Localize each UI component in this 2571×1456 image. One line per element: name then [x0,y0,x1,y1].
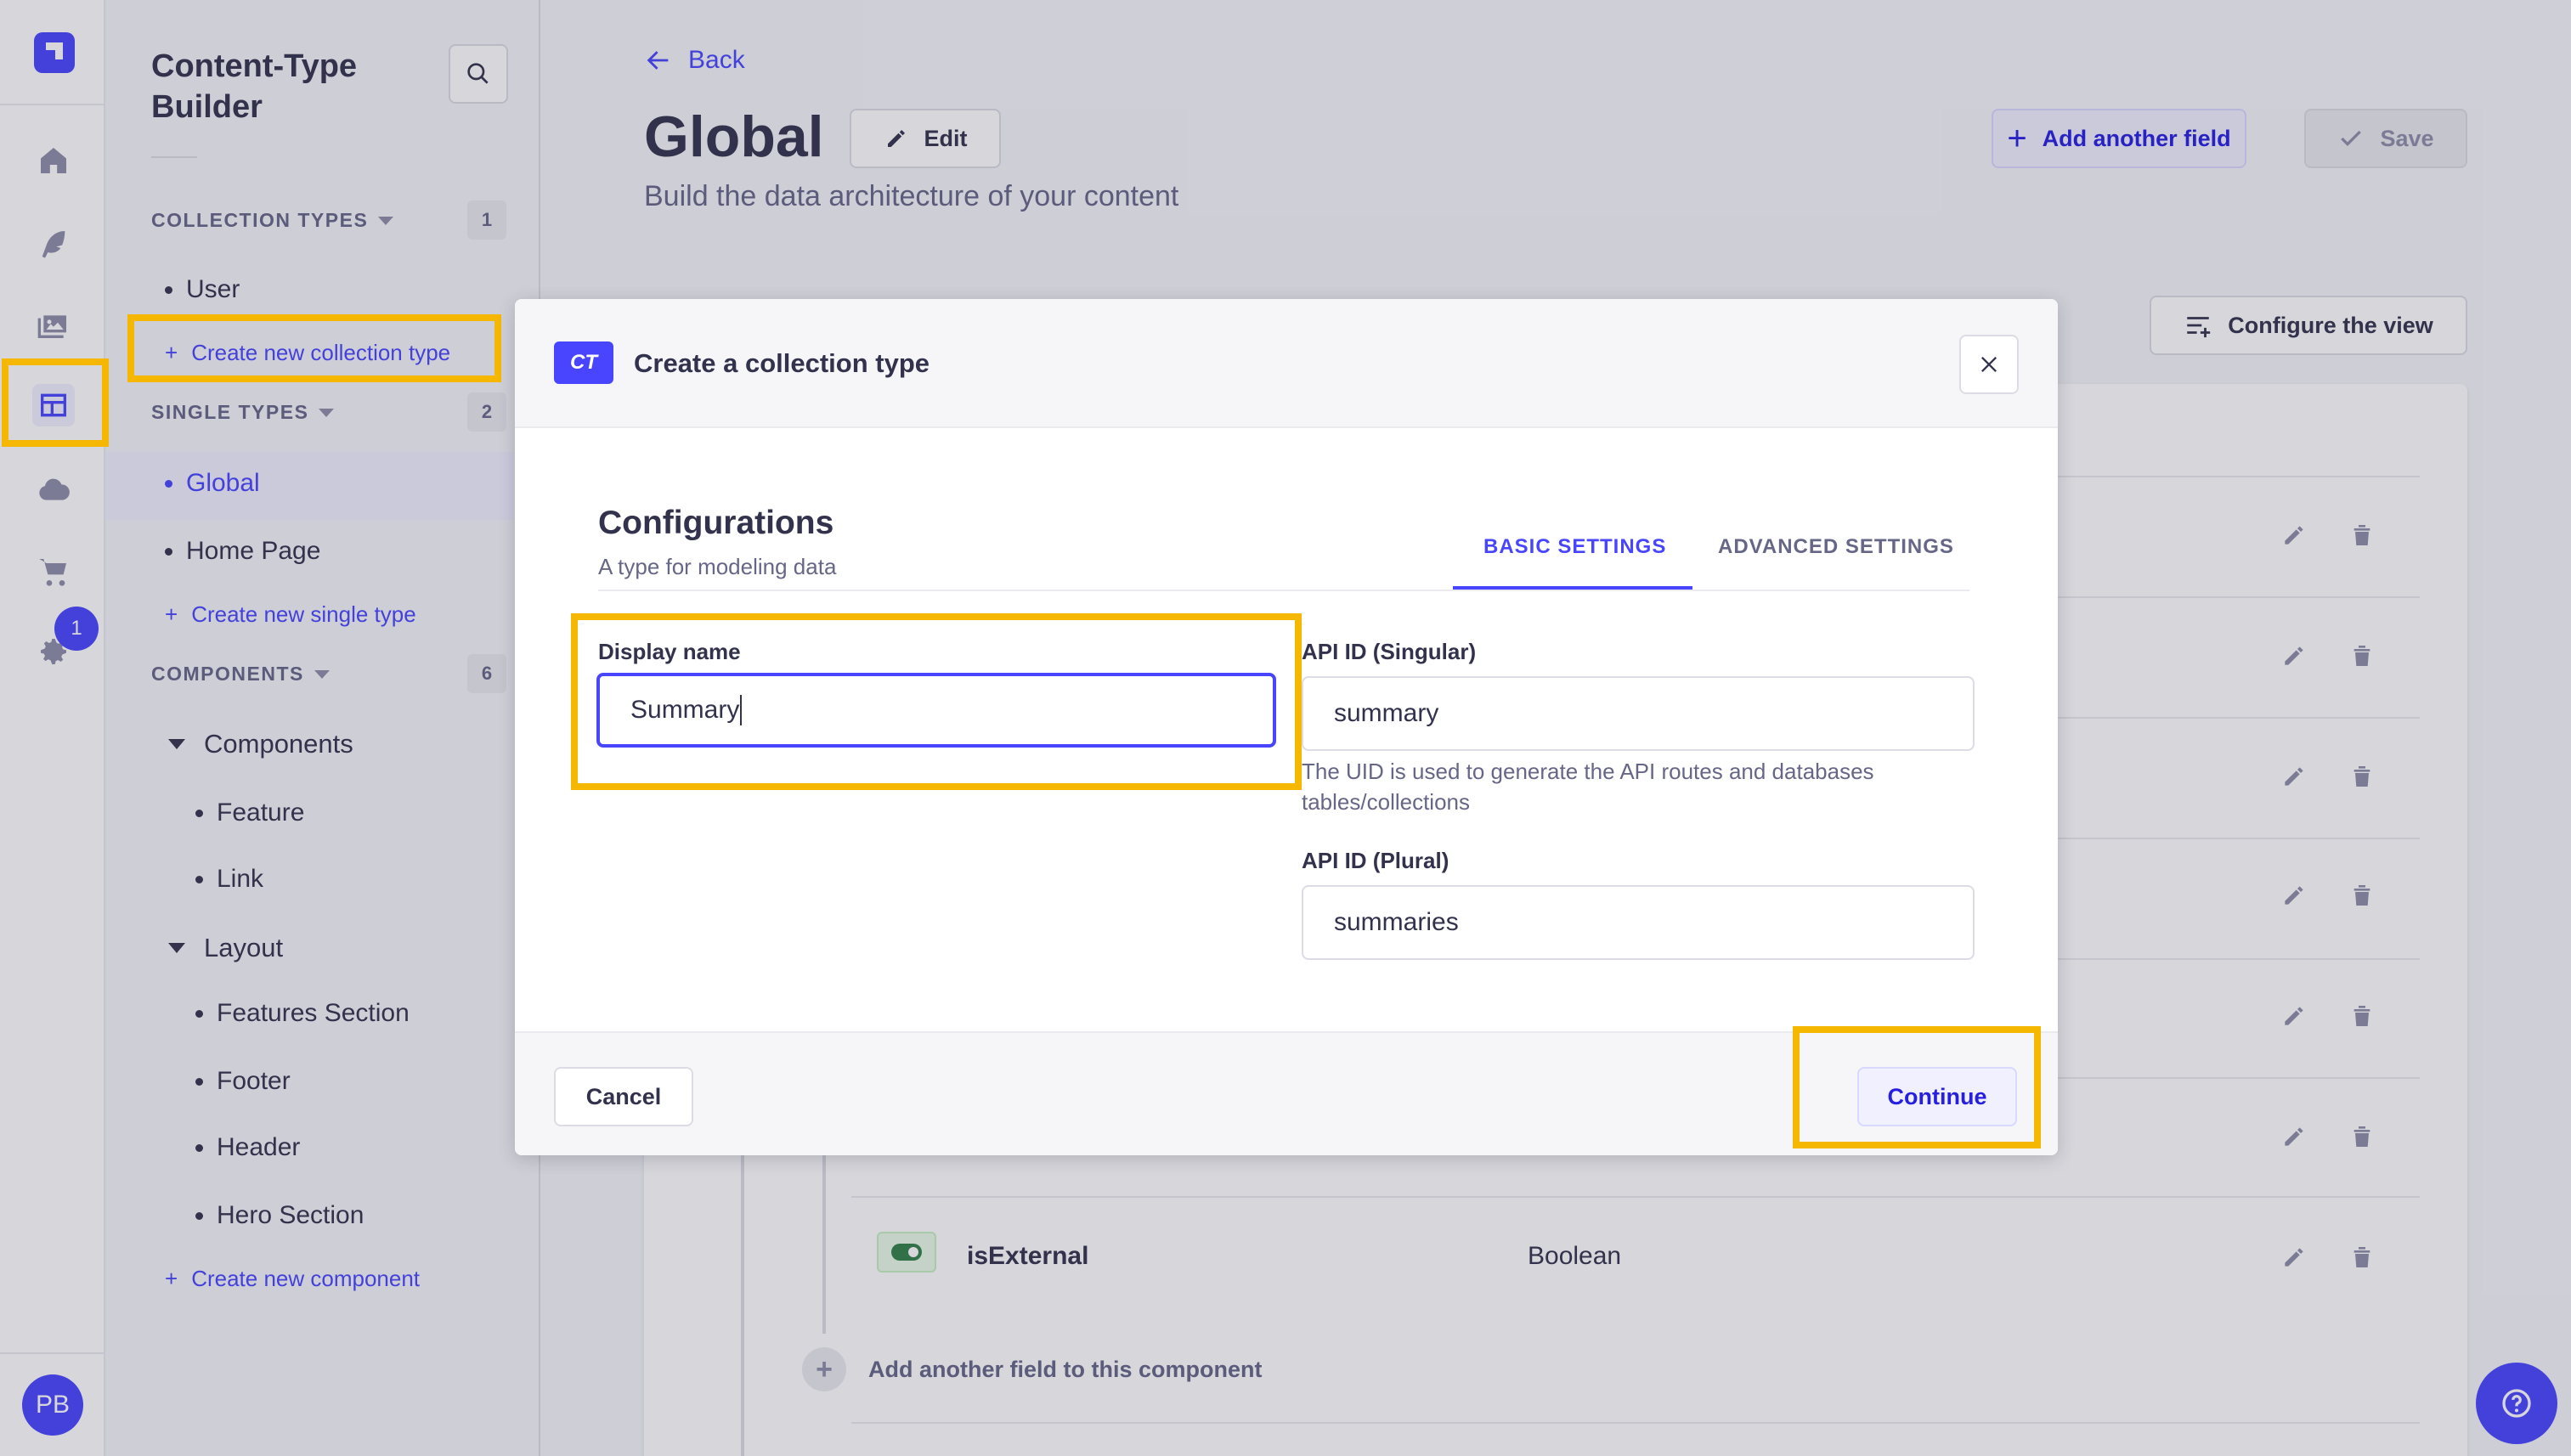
highlight-box-create-collection [127,314,501,382]
tab-advanced-settings[interactable]: ADVANCED SETTINGS [1718,535,1954,559]
highlight-box-display-name [571,613,1302,790]
close-icon [1981,357,1997,372]
api-id-singular-value: summary [1334,699,1439,727]
modal-title: Create a collection type [634,348,930,378]
cancel-button[interactable]: Cancel [554,1067,693,1126]
api-id-plural-value: summaries [1334,908,1459,936]
active-tab-indicator [1453,586,1692,590]
collection-type-badge: CT [554,341,613,384]
tab-basic-settings[interactable]: BASIC SETTINGS [1483,535,1666,559]
tabs-divider [598,590,1969,591]
api-id-singular-label: API ID (Singular) [1302,639,1477,664]
api-id-singular-input[interactable]: summary [1302,676,1975,751]
configurations-title: Configurations [598,505,834,541]
api-id-plural-input[interactable]: summaries [1302,885,1975,960]
highlight-box-continue [1793,1026,2041,1148]
configurations-subtitle: A type for modeling data [598,554,837,579]
highlight-box-nav-icon [2,358,109,447]
close-button[interactable] [1959,335,2019,394]
modal-header: CT Create a collection type [515,299,2058,428]
api-id-hint: The UID is used to generate the API rout… [1302,759,1874,815]
api-id-plural-label: API ID (Plural) [1302,848,1449,873]
